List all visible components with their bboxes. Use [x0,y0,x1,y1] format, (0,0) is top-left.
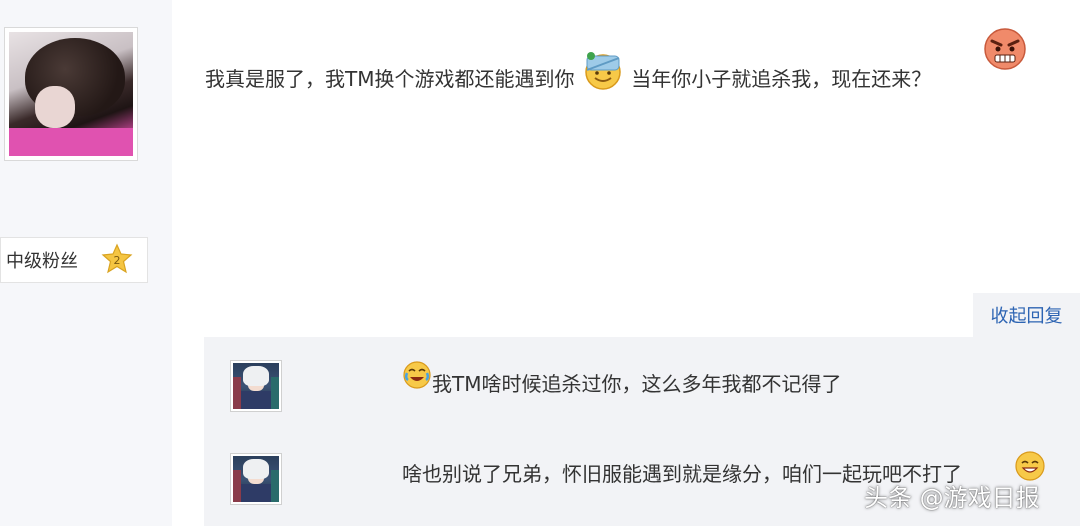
reply-avatar[interactable] [230,360,282,412]
level-title: 中级粉丝 [6,251,78,272]
post-text-part1: 我真是服了，我TM换个游戏都还能遇到你 [205,67,575,91]
level-number: 2 [114,254,121,267]
reply-text: 我TM啥时候追杀过你，这么多年我都不记得了 [432,372,842,396]
wrapped-happy-face-icon [585,52,621,90]
collapse-replies-tab: 收起回复 [973,293,1080,337]
author-column: 中级粉丝 2 [0,0,172,526]
watermark: 头条 @游戏日报 [864,484,1040,512]
level-star-icon: 2 [101,243,133,274]
post-text-part2: 当年你小子就追杀我，现在还来？ [631,67,932,91]
post-content: 我真是服了，我TM换个游戏都还能遇到你 当年你小子就追杀我，现在还来？ [205,48,1075,97]
author-avatar[interactable] [4,27,138,161]
author-level-badge[interactable]: 中级粉丝 2 [0,237,148,283]
angry-face-icon [984,28,1026,70]
author-avatar-image [9,32,133,156]
reply-avatar-image [233,363,279,409]
collapse-replies-link[interactable]: 收起回复 [991,302,1063,328]
reply-avatar-image [233,456,279,502]
crying-laugh-icon [403,361,431,389]
reply-avatar[interactable] [230,453,282,505]
